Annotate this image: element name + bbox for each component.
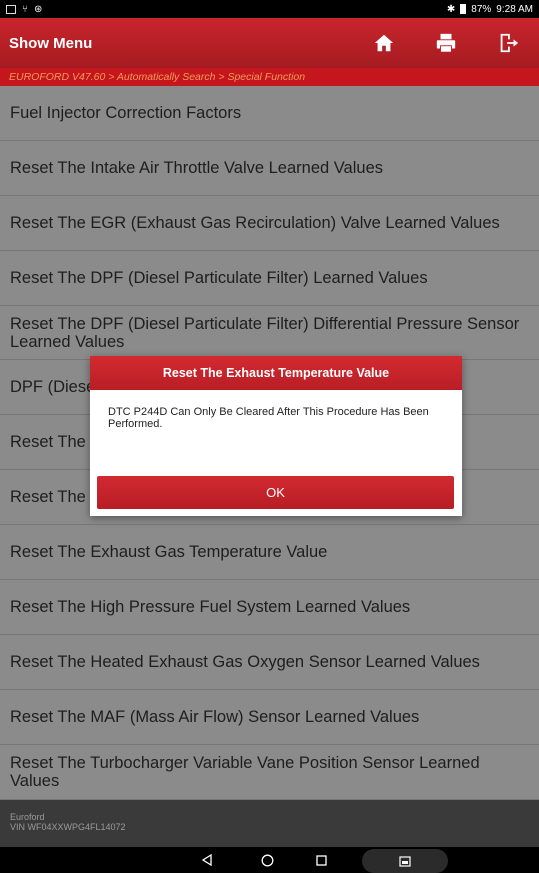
back-button[interactable] (192, 847, 222, 873)
ok-button[interactable]: OK (97, 476, 454, 509)
vehicle-vin: VIN WF04XXWPG4FL14072 (10, 822, 126, 832)
screenshot-button[interactable] (362, 849, 448, 873)
vehicle-brand: Euroford (10, 812, 45, 822)
system-nav-bar (0, 847, 539, 873)
screenshot-icon (399, 855, 411, 867)
list-item[interactable]: Reset The Exhaust Gas Temperature Value (0, 525, 539, 581)
home-nav-button[interactable] (252, 847, 282, 873)
home-button[interactable] (353, 18, 415, 68)
page-title: Show Menu (9, 34, 93, 52)
exit-button[interactable] (477, 18, 539, 68)
list-item[interactable]: Reset The Turbocharger Variable Vane Pos… (0, 745, 539, 800)
list-item[interactable]: Reset The DPF (Diesel Particulate Filter… (0, 251, 539, 306)
exit-icon (500, 33, 519, 53)
list-item[interactable]: Reset The High Pressure Fuel System Lear… (0, 580, 539, 635)
circle-home-icon (261, 854, 273, 866)
bluetooth-icon: ✱ (446, 3, 456, 15)
printer-icon (436, 33, 456, 53)
list-item[interactable]: Reset The EGR (Exhaust Gas Recirculation… (0, 196, 539, 251)
vehicle-info-footer: Euroford VIN WF04XXWPG4FL14072 (0, 800, 539, 847)
reset-dialog: Reset The Exhaust Temperature Value DTC … (90, 356, 462, 516)
dialog-message: DTC P244D Can Only Be Cleared After This… (108, 406, 429, 430)
status-bar: ⑂ ⊛ ✱ 87% 9:28 AM (0, 0, 539, 18)
back-icon (201, 854, 212, 866)
usb-icon: ⑂ (22, 3, 28, 15)
app-header: Show Menu (0, 18, 539, 68)
square-recents-icon (315, 854, 327, 866)
battery-icon (460, 4, 467, 14)
recents-button[interactable] (306, 847, 336, 873)
dialog-title: Reset The Exhaust Temperature Value (90, 356, 462, 390)
clock: 9:28 AM (496, 3, 533, 15)
list-item[interactable]: Reset The MAF (Mass Air Flow) Sensor Lea… (0, 690, 539, 745)
list-item[interactable]: Reset The Intake Air Throttle Valve Lear… (0, 141, 539, 196)
list-item[interactable]: Reset The Heated Exhaust Gas Oxygen Sens… (0, 635, 539, 690)
notification-icon (6, 4, 16, 14)
battery-percent: 87% (471, 3, 492, 15)
list-item[interactable]: Reset The DPF (Diesel Particulate Filter… (0, 306, 539, 361)
print-button[interactable] (415, 18, 477, 68)
settings-status-icon: ⊛ (34, 3, 43, 15)
breadcrumb: EUROFORD V47.60 > Automatically Search >… (0, 68, 539, 86)
list-item[interactable]: Fuel Injector Correction Factors (0, 86, 539, 141)
home-icon (374, 34, 394, 52)
